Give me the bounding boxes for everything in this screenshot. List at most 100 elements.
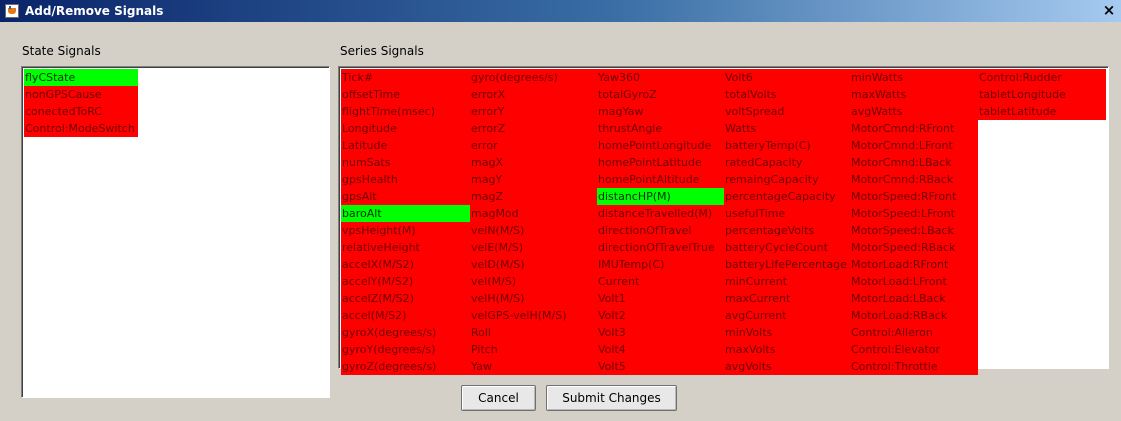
signal-item[interactable]: accelZ(M/S2) [341, 290, 471, 307]
signal-item[interactable]: batteryLifePercentage [724, 256, 850, 273]
signal-item[interactable]: minWatts [850, 69, 978, 86]
signal-item[interactable]: minCurrent [724, 273, 850, 290]
signal-item[interactable]: usefulTime [724, 205, 850, 222]
signal-item[interactable]: MotorSpeed:RBack [850, 239, 978, 256]
signal-item[interactable]: Watts [724, 120, 850, 137]
signal-item[interactable]: MotorLoad:LFront [850, 273, 978, 290]
signal-item[interactable]: accel(M/S2) [341, 307, 471, 324]
signal-item[interactable]: magMod [470, 205, 598, 222]
signal-item[interactable]: directionOfTravel [597, 222, 725, 239]
signal-item[interactable]: remaingCapacity [724, 171, 850, 188]
signal-item[interactable]: ratedCapacity [724, 154, 850, 171]
cancel-button[interactable]: Cancel [461, 385, 536, 411]
signal-item[interactable]: MotorSpeed:RFront [850, 188, 978, 205]
signal-item[interactable]: homePointAltitude [597, 171, 725, 188]
signal-item[interactable]: numSats [341, 154, 471, 171]
signal-item[interactable]: batteryTemp(C) [724, 137, 850, 154]
signal-item[interactable]: percentageCapacity [724, 188, 850, 205]
signal-item[interactable]: flightTime(msec) [341, 103, 471, 120]
signal-item[interactable]: MotorCmnd:RBack [850, 171, 978, 188]
signal-item[interactable]: magX [470, 154, 598, 171]
submit-changes-button[interactable]: Submit Changes [546, 385, 677, 411]
signal-item[interactable]: distancHP(M) [597, 188, 725, 205]
signal-item[interactable]: conectedToRC [24, 103, 138, 120]
signal-item[interactable]: nonGPSCause [24, 86, 138, 103]
signal-item[interactable]: Volt1 [597, 290, 725, 307]
signal-item[interactable]: Pitch [470, 341, 598, 358]
signal-item[interactable]: gyroX(degrees/s) [341, 324, 471, 341]
close-button[interactable]: × [1101, 2, 1117, 18]
signal-item[interactable]: Volt5 [597, 358, 725, 375]
signal-item[interactable]: Roll [470, 324, 598, 341]
signal-item[interactable]: Control:Throttle [850, 358, 978, 375]
signal-item[interactable]: maxVolts [724, 341, 850, 358]
signal-item[interactable]: totalVolts [724, 86, 850, 103]
signal-item[interactable]: Control:Rudder [978, 69, 1106, 86]
signal-item[interactable]: magZ [470, 188, 598, 205]
signal-item[interactable]: homePointLongitude [597, 137, 725, 154]
signal-item[interactable]: MotorLoad:RBack [850, 307, 978, 324]
signal-item[interactable]: Volt6 [724, 69, 850, 86]
series-signals-grid[interactable]: Tick# offsetTime flightTime(msec) Longitude… [338, 66, 1109, 375]
signal-item[interactable]: accelY(M/S2) [341, 273, 471, 290]
signal-item[interactable]: velGPS-velH(M/S) [470, 307, 598, 324]
signal-item[interactable]: Longitude [341, 120, 471, 137]
signal-item[interactable]: flyCState [24, 69, 138, 86]
signal-item[interactable]: voltSpread [724, 103, 850, 120]
title-bar[interactable]: Add/Remove Signals × [0, 0, 1121, 22]
signal-item[interactable]: MotorLoad:RFront [850, 256, 978, 273]
signal-item[interactable]: Volt3 [597, 324, 725, 341]
signal-item[interactable]: Yaw [470, 358, 598, 375]
signal-item[interactable]: MotorCmnd:LFront [850, 137, 978, 154]
signal-item[interactable]: gpsAlt [341, 188, 471, 205]
signal-item[interactable]: velN(M/S) [470, 222, 598, 239]
signal-item[interactable]: MotorCmnd:LBack [850, 154, 978, 171]
signal-item[interactable]: gyroZ(degrees/s) [341, 358, 471, 375]
signal-item[interactable]: distanceTravelled(M) [597, 205, 725, 222]
signal-item[interactable]: tabletLatitude [978, 103, 1106, 120]
signal-item[interactable]: errorX [470, 86, 598, 103]
signal-item[interactable]: Control:ModeSwitch [24, 120, 138, 137]
signal-item[interactable]: Tick# [341, 69, 471, 86]
signal-item[interactable]: vel(M/S) [470, 273, 598, 290]
signal-item[interactable]: Control:Elevator [850, 341, 978, 358]
signal-item[interactable]: minVolts [724, 324, 850, 341]
signal-item[interactable]: velD(M/S) [470, 256, 598, 273]
signal-item[interactable]: velH(M/S) [470, 290, 598, 307]
signal-item[interactable]: magYaw [597, 103, 725, 120]
signal-item[interactable]: homePointLatitude [597, 154, 725, 171]
signal-item[interactable]: tabletLongitude [978, 86, 1106, 103]
signal-item[interactable]: gpsHealth [341, 171, 471, 188]
signal-item[interactable]: Volt4 [597, 341, 725, 358]
state-signals-list[interactable]: flyCState nonGPSCause conectedToRC Control:… [21, 66, 330, 398]
signal-item[interactable]: maxWatts [850, 86, 978, 103]
signal-item[interactable]: thrustAngle [597, 120, 725, 137]
signal-item[interactable]: accelX(M/S2) [341, 256, 471, 273]
signal-item[interactable]: Yaw360 [597, 69, 725, 86]
signal-item[interactable]: gyro(degrees/s) [470, 69, 598, 86]
signal-item[interactable]: MotorCmnd:RFront [850, 120, 978, 137]
signal-item[interactable]: avgWatts [850, 103, 978, 120]
signal-item[interactable]: error [470, 137, 598, 154]
signal-item[interactable]: Volt2 [597, 307, 725, 324]
signal-item[interactable]: relativeHeight [341, 239, 471, 256]
signal-item[interactable]: totalGyroZ [597, 86, 725, 103]
signal-item[interactable]: avgVolts [724, 358, 850, 375]
signal-item[interactable]: offsetTime [341, 86, 471, 103]
signal-item[interactable]: errorY [470, 103, 598, 120]
signal-item[interactable]: Latitude [341, 137, 471, 154]
signal-item[interactable]: maxCurrent [724, 290, 850, 307]
signal-item[interactable]: IMUTemp(C) [597, 256, 725, 273]
signal-item[interactable]: directionOfTravelTrue [597, 239, 725, 256]
signal-item[interactable]: MotorLoad:LBack [850, 290, 978, 307]
signal-item[interactable]: baroAlt [341, 205, 471, 222]
signal-item[interactable]: velE(M/S) [470, 239, 598, 256]
signal-item[interactable]: Current [597, 273, 725, 290]
signal-item[interactable]: avgCurrent [724, 307, 850, 324]
signal-item[interactable]: MotorSpeed:LBack [850, 222, 978, 239]
signal-item[interactable]: batteryCycleCount [724, 239, 850, 256]
signal-item[interactable]: Control:Aileron [850, 324, 978, 341]
signal-item[interactable]: gyroY(degrees/s) [341, 341, 471, 358]
signal-item[interactable]: errorZ [470, 120, 598, 137]
signal-item[interactable]: MotorSpeed:LFront [850, 205, 978, 222]
